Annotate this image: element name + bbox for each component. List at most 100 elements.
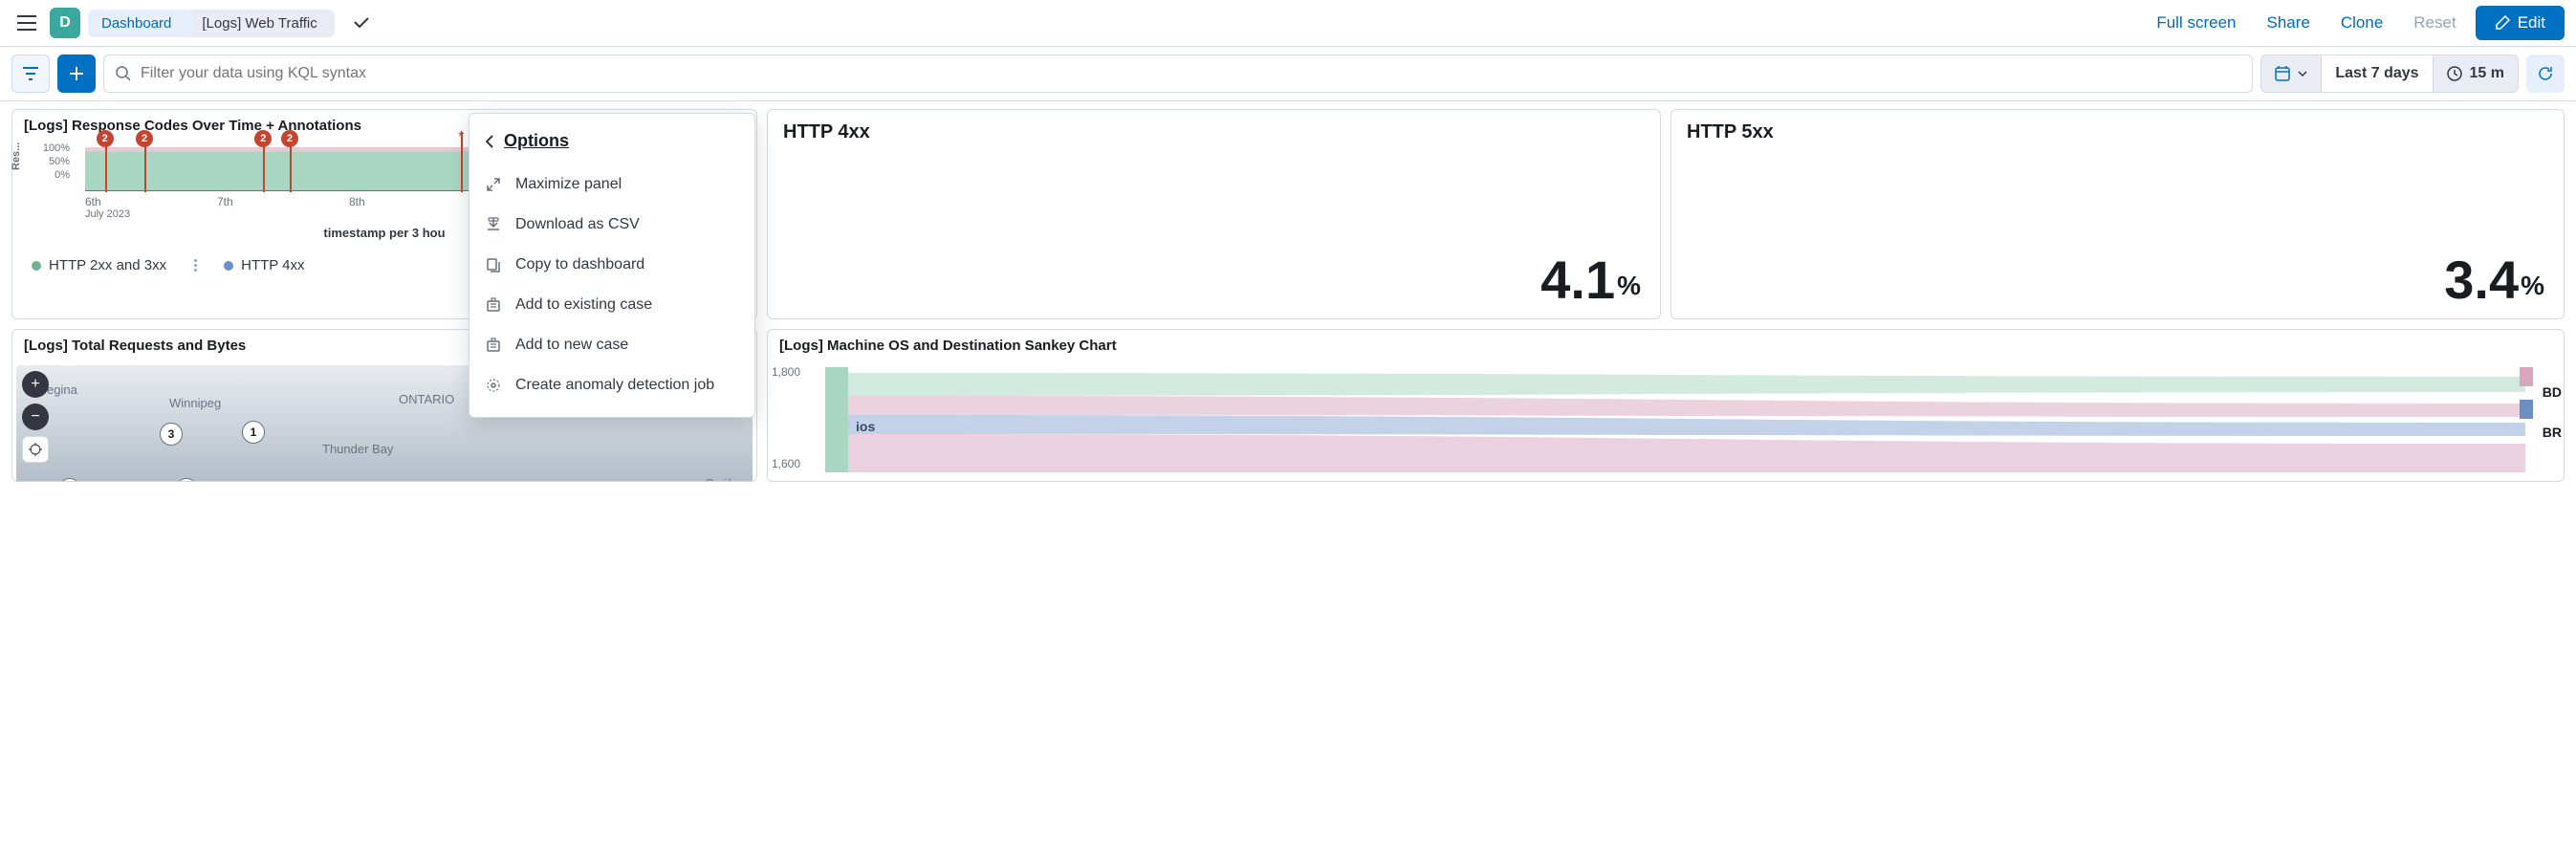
top-header: D Dashboard [Logs] Web Traffic Full scre… bbox=[0, 0, 2576, 47]
legend-item-2xx3xx[interactable]: HTTP 2xx and 3xx bbox=[32, 257, 166, 273]
search-icon bbox=[116, 66, 131, 81]
share-link[interactable]: Share bbox=[2255, 8, 2321, 38]
filter-button[interactable] bbox=[11, 55, 50, 93]
panel-title: [Logs] Total Requests and Bytes bbox=[24, 338, 246, 354]
map-place-label: Québe bbox=[705, 476, 742, 482]
chevron-down-icon bbox=[2298, 71, 2307, 76]
metric-value: 4.1 bbox=[1540, 253, 1615, 307]
zoom-out-button[interactable]: − bbox=[22, 404, 49, 430]
legend-dot-icon bbox=[224, 261, 233, 271]
legend-dot-icon bbox=[32, 261, 41, 271]
clock-icon bbox=[2447, 66, 2462, 81]
sankey-panel: [Logs] Machine OS and Destination Sankey… bbox=[767, 329, 2565, 482]
ml-icon bbox=[485, 378, 502, 393]
panel-options-popover: Options Maximize panel Download as CSV Cop… bbox=[469, 113, 755, 418]
pencil-icon bbox=[2495, 15, 2510, 31]
check-icon bbox=[354, 17, 369, 29]
map-place-label: Winnipeg bbox=[169, 396, 221, 410]
map-place-label: egina bbox=[47, 382, 77, 397]
copy-icon bbox=[485, 257, 502, 273]
annotation-badge[interactable]: 2 bbox=[281, 130, 298, 147]
annotation-badge[interactable]: 2 bbox=[136, 130, 153, 147]
y-axis-label: Res... bbox=[11, 142, 22, 170]
breadcrumb-chevron[interactable] bbox=[350, 11, 373, 34]
expand-icon bbox=[485, 177, 502, 192]
refresh-button[interactable] bbox=[2526, 55, 2565, 93]
popover-item-create-anomaly-detection-job[interactable]: Create anomaly detection job bbox=[469, 365, 754, 405]
filter-icon bbox=[23, 67, 38, 80]
calendar-toggle[interactable] bbox=[2261, 55, 2322, 92]
refresh-interval-value: 15 m bbox=[2470, 65, 2504, 82]
metric-unit: % bbox=[1617, 271, 1641, 301]
metric-value: 3.4 bbox=[2444, 253, 2519, 307]
panel-title: [Logs] Response Codes Over Time + Annota… bbox=[24, 118, 361, 134]
annotation-badge[interactable]: 2 bbox=[254, 130, 272, 147]
annotation-star-icon[interactable]: * bbox=[458, 130, 464, 145]
sankey-flows bbox=[848, 367, 2525, 472]
plus-icon bbox=[70, 67, 83, 80]
map-place-label: Bismarck bbox=[102, 480, 153, 482]
crosshair-icon bbox=[29, 443, 42, 456]
full-screen-link[interactable]: Full screen bbox=[2145, 8, 2247, 38]
popover-item-add-to-new-case[interactable]: Add to new case bbox=[469, 325, 754, 365]
panel-title: HTTP 4xx bbox=[768, 110, 1660, 155]
map-place-label: ONTARIO bbox=[399, 392, 454, 406]
date-picker[interactable]: Last 7 days 15 m bbox=[2260, 55, 2519, 93]
popover-item-add-to-existing-case[interactable]: Add to existing case bbox=[469, 285, 754, 325]
search-input[interactable] bbox=[141, 65, 2240, 82]
zoom-in-button[interactable]: + bbox=[22, 371, 49, 398]
dashboard-grid: [Logs] Response Codes Over Time + Annota… bbox=[0, 101, 2576, 490]
sankey-left-node bbox=[825, 367, 848, 472]
query-bar: Last 7 days 15 m bbox=[0, 47, 2576, 101]
legend-item-4xx[interactable]: HTTP 4xx bbox=[224, 257, 304, 273]
menu-toggle[interactable] bbox=[11, 8, 42, 38]
refresh-interval[interactable]: 15 m bbox=[2434, 55, 2518, 92]
search-box[interactable] bbox=[103, 55, 2253, 93]
map-controls: + − bbox=[22, 371, 49, 463]
hamburger-icon bbox=[17, 15, 36, 31]
popover-item-label: Add to new case bbox=[515, 337, 628, 354]
legend-drag-handle[interactable] bbox=[189, 259, 201, 272]
y-ticks: 100% 50% 0% bbox=[39, 142, 70, 182]
sankey-right-label: BD bbox=[2543, 384, 2562, 400]
sankey-ytick: 1,600 bbox=[772, 457, 800, 470]
breadcrumb-dashboard[interactable]: Dashboard bbox=[88, 10, 188, 37]
sankey-right-node bbox=[2520, 367, 2533, 386]
panel-title: HTTP 5xx bbox=[1671, 110, 2564, 155]
breadcrumb-current: [Logs] Web Traffic bbox=[188, 10, 334, 37]
popover-item-label: Maximize panel bbox=[515, 176, 622, 193]
chevron-left-icon bbox=[485, 135, 494, 148]
http-4xx-panel: HTTP 4xx 4.1 % bbox=[767, 109, 1661, 319]
popover-item-label: Copy to dashboard bbox=[515, 256, 644, 273]
clone-link[interactable]: Clone bbox=[2329, 8, 2394, 38]
sankey-ytick: 1,800 bbox=[772, 365, 800, 379]
sankey-right-node bbox=[2520, 400, 2533, 419]
annotation-badge[interactable]: 2 bbox=[97, 130, 114, 147]
map-cluster-marker[interactable]: 1 bbox=[242, 421, 265, 444]
sankey-chart[interactable]: 1,800 1,600 ios BD BR bbox=[768, 361, 2564, 476]
map-place-label: Thunder Bay bbox=[322, 442, 393, 456]
date-range-label[interactable]: Last 7 days bbox=[2322, 55, 2433, 92]
panel-title: [Logs] Machine OS and Destination Sankey… bbox=[779, 338, 1117, 354]
popover-item-copy-to-dashboard[interactable]: Copy to dashboard bbox=[469, 245, 754, 285]
map-cluster-marker[interactable]: 25 bbox=[175, 478, 198, 482]
add-filter-button[interactable] bbox=[57, 55, 96, 93]
metric-unit: % bbox=[2521, 271, 2544, 301]
edit-button[interactable]: Edit bbox=[2476, 6, 2565, 40]
map-cluster-marker[interactable]: 3 bbox=[160, 423, 183, 446]
case-icon bbox=[485, 338, 502, 353]
popover-item-maximize-panel[interactable]: Maximize panel bbox=[469, 164, 754, 205]
sankey-right-label: BR bbox=[2543, 425, 2562, 440]
edit-label: Edit bbox=[2518, 13, 2545, 33]
popover-back[interactable]: Options bbox=[469, 125, 754, 164]
refresh-icon bbox=[2538, 66, 2553, 81]
download-icon bbox=[485, 217, 502, 232]
popover-item-download-as-csv[interactable]: Download as CSV bbox=[469, 205, 754, 245]
app-badge[interactable]: D bbox=[50, 8, 80, 38]
calendar-icon bbox=[2275, 66, 2290, 81]
http-5xx-panel: HTTP 5xx 3.4 % bbox=[1670, 109, 2565, 319]
case-icon bbox=[485, 297, 502, 313]
popover-title: Options bbox=[504, 131, 569, 151]
map-cluster-marker[interactable]: 20 bbox=[58, 478, 81, 482]
locate-button[interactable] bbox=[22, 436, 49, 463]
